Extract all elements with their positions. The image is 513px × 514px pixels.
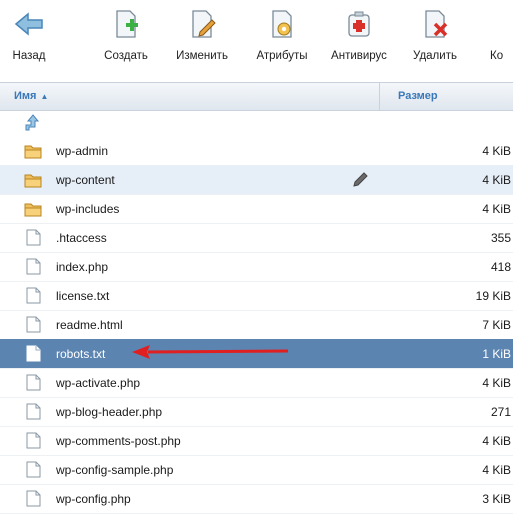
attributes-label: Атрибуты [256, 50, 308, 62]
edit-button[interactable]: Изменить [166, 4, 238, 70]
file-row[interactable]: license.txt 19 KiB [0, 281, 513, 311]
file-name[interactable]: wp-includes [56, 202, 119, 216]
file-icon [26, 345, 41, 362]
file-name[interactable]: index.php [56, 260, 108, 274]
delete-button[interactable]: Удалить [402, 4, 468, 70]
delete-label: Удалить [413, 50, 457, 62]
file-icon [26, 374, 41, 391]
file-icon [26, 461, 41, 478]
copy-button[interactable]: Ко [484, 4, 513, 70]
back-button[interactable]: Назад [0, 4, 58, 70]
file-row[interactable]: index.php 418 [0, 252, 513, 282]
parent-directory-row[interactable] [0, 110, 513, 134]
file-row[interactable]: readme.html 7 KiB [0, 310, 513, 340]
edit-file-icon [192, 10, 216, 38]
rename-pencil-icon[interactable] [351, 171, 369, 189]
antivirus-button[interactable]: Антивирус [322, 4, 396, 70]
file-row[interactable]: .htaccess 355 [0, 223, 513, 253]
file-row[interactable]: wp-blog-header.php 271 [0, 397, 513, 427]
file-size: 4 KiB [482, 434, 511, 448]
antivirus-label: Антивирус [331, 50, 387, 62]
folder-row[interactable]: wp-content 4 KiB [0, 165, 513, 195]
file-size: 7 KiB [482, 318, 511, 332]
file-row[interactable]: wp-config-sample.php 4 KiB [0, 455, 513, 485]
file-name[interactable]: wp-content [56, 173, 115, 187]
file-size: 3 KiB [482, 492, 511, 506]
file-size: 4 KiB [482, 144, 511, 158]
folder-icon [24, 203, 42, 217]
file-row[interactable]: wp-comments-post.php 4 KiB [0, 426, 513, 456]
file-name[interactable]: wp-comments-post.php [56, 434, 181, 448]
attributes-icon [272, 10, 292, 38]
first-aid-icon [348, 11, 370, 37]
file-name[interactable]: wp-admin [56, 144, 108, 158]
sort-ascending-icon: ▲ [40, 92, 49, 101]
back-label: Назад [12, 50, 46, 62]
back-arrow-icon [14, 12, 43, 36]
file-name[interactable]: readme.html [56, 318, 123, 332]
file-row[interactable]: wp-activate.php 4 KiB [0, 368, 513, 398]
file-size: 19 KiB [475, 289, 511, 303]
file-name[interactable]: wp-config-sample.php [56, 463, 173, 477]
folder-icon [24, 174, 42, 188]
create-button[interactable]: Создать [98, 4, 154, 70]
toolbar: Назад Создать Изменить Атрибуты Антивиру… [0, 0, 513, 76]
file-name[interactable]: .htaccess [56, 231, 107, 245]
create-label: Создать [104, 50, 148, 62]
file-icon [26, 258, 41, 275]
file-size: 4 KiB [482, 463, 511, 477]
column-size-header[interactable]: Размер [398, 90, 438, 102]
parent-folder-icon [25, 114, 40, 131]
file-name[interactable]: wp-blog-header.php [56, 405, 162, 419]
folder-row[interactable]: wp-admin 4 KiB [0, 136, 513, 166]
file-name[interactable]: robots.txt [56, 347, 105, 361]
file-list-header: Имя ▲ Размер [0, 82, 513, 111]
file-icon [26, 490, 41, 507]
file-icon [26, 229, 41, 246]
file-size: 271 [490, 405, 511, 419]
folder-icon [24, 145, 42, 159]
new-file-icon [116, 10, 138, 38]
attributes-button[interactable]: Атрибуты [242, 4, 322, 70]
file-icon [26, 432, 41, 449]
file-name[interactable]: wp-activate.php [56, 376, 140, 390]
annotation-arrow [132, 345, 289, 359]
edit-label: Изменить [176, 50, 228, 62]
folder-row[interactable]: wp-includes 4 KiB [0, 194, 513, 224]
delete-file-icon [425, 10, 448, 38]
file-icon [26, 403, 41, 420]
file-name[interactable]: license.txt [56, 289, 109, 303]
file-size: 1 KiB [482, 347, 511, 361]
file-icon [26, 316, 41, 333]
copy-label: Ко [490, 50, 504, 62]
file-size: 4 KiB [482, 202, 511, 216]
file-size: 418 [490, 260, 511, 274]
file-name[interactable]: wp-config.php [56, 492, 131, 506]
file-size: 4 KiB [482, 376, 511, 390]
file-size: 355 [490, 231, 511, 245]
column-name-header[interactable]: Имя ▲ [14, 90, 48, 102]
column-divider[interactable] [379, 83, 380, 110]
file-size: 4 KiB [482, 173, 511, 187]
column-name-label: Имя [14, 90, 37, 102]
file-icon [26, 287, 41, 304]
file-row[interactable]: wp-config.php 3 KiB [0, 484, 513, 514]
